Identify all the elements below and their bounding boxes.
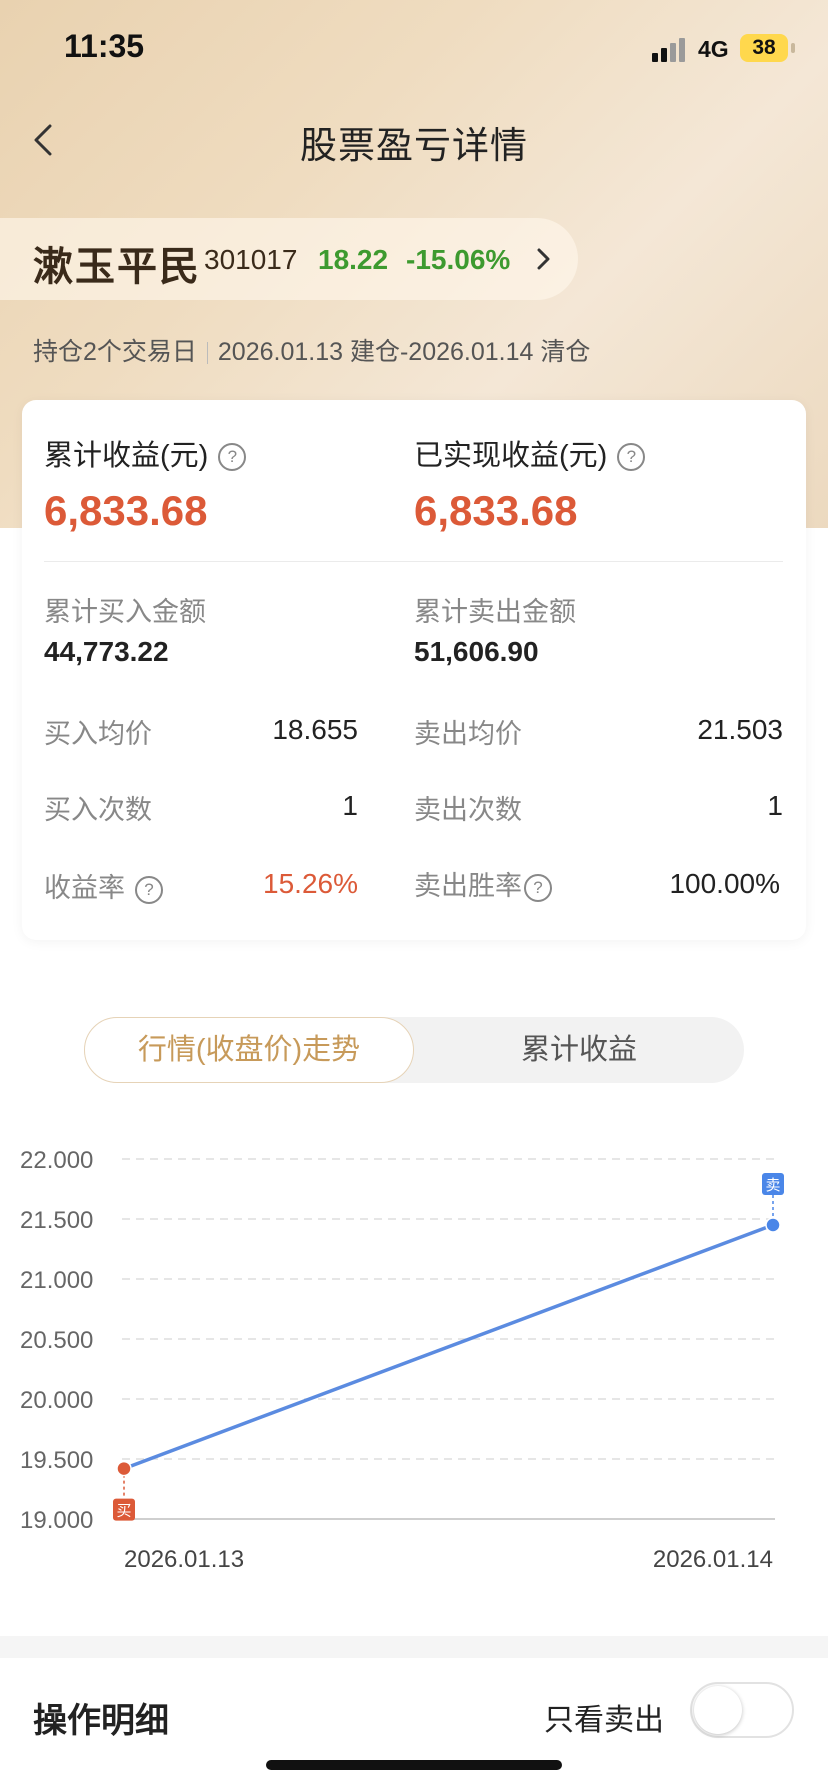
help-icon[interactable]: ? (617, 443, 646, 472)
card-divider (44, 561, 783, 562)
holding-period: 持仓2个交易日 2026.01.13 建仓-2026.01.14 清仓 (33, 332, 590, 368)
holding-dates: 2026.01.13 建仓-2026.01.14 清仓 (217, 338, 591, 366)
y-tick-label: 20.000 (20, 1387, 93, 1414)
return-rate-value: 15.26% (263, 868, 358, 899)
only-sell-label: 只看卖出 (544, 1704, 664, 1737)
battery-level: 38 (752, 36, 776, 59)
y-tick-label: 19.000 (20, 1507, 93, 1534)
buy-marker-label: 买 (116, 1502, 131, 1520)
section-separator (0, 1636, 828, 1658)
cumulative-profit-label: 累计收益(元)? (44, 432, 247, 474)
x-tick-label: 2026.01.13 (124, 1546, 244, 1573)
y-tick-label: 21.000 (20, 1267, 93, 1294)
chevron-right-icon[interactable] (533, 245, 555, 273)
signal-icon (652, 38, 688, 62)
tab-cumulative-profit[interactable]: 累计收益 (414, 1017, 744, 1083)
holding-days: 持仓2个交易日 (33, 338, 197, 366)
win-rate-value: 100.00% (669, 868, 780, 899)
y-tick-label: 19.500 (20, 1447, 93, 1474)
win-rate-label: 卖出胜率? (414, 864, 552, 903)
operations-title: 操作明细 (33, 1702, 169, 1740)
price-line-chart: 22.000 21.500 21.000 20.500 20.000 19.500 19.0… (20, 1147, 784, 1573)
battery-icon: 38 (740, 34, 788, 62)
sell-count-value: 1 (767, 790, 783, 821)
cumulative-profit-value: 6,833.68 (44, 487, 208, 534)
summary-card (22, 400, 806, 940)
stock-change: -15.06% (406, 244, 511, 275)
only-sell-toggle[interactable] (690, 1682, 794, 1738)
sell-amount-label: 累计卖出金额 (414, 597, 576, 627)
y-tick-label: 22.000 (20, 1147, 93, 1174)
status-bar: 11:35 4G 38 (0, 0, 828, 100)
sell-amount-value: 51,606.90 (414, 636, 539, 667)
sell-count-label: 卖出次数 (414, 795, 522, 825)
buy-count-label: 买入次数 (44, 795, 152, 825)
page-title: 股票盈亏详情 (300, 125, 528, 166)
y-tick-label: 20.500 (20, 1327, 93, 1354)
network-label: 4G (698, 36, 729, 62)
realized-profit-label: 已实现收益(元)? (414, 432, 646, 474)
data-point (116, 1460, 132, 1477)
buy-avg-label: 买入均价 (44, 719, 152, 749)
sell-avg-label: 卖出均价 (414, 719, 522, 749)
buy-amount-label: 累计买入金额 (44, 597, 206, 627)
stock-code: 301017 (204, 244, 298, 275)
return-rate-label: 收益率? (44, 866, 163, 905)
data-point (765, 1217, 781, 1233)
stock-name: 漱玉平民 (33, 245, 201, 289)
buy-count-value: 1 (342, 790, 358, 821)
sell-marker-label: 卖 (765, 1176, 780, 1194)
x-tick-label: 2026.01.14 (653, 1546, 773, 1573)
help-icon[interactable]: ? (218, 443, 247, 472)
realized-profit-value: 6,833.68 (414, 487, 578, 534)
y-tick-label: 21.500 (20, 1207, 93, 1234)
series-line (122, 1223, 775, 1471)
stock-price: 18.22 (318, 244, 389, 275)
battery-cap (791, 43, 795, 53)
buy-amount-value: 44,773.22 (44, 636, 169, 667)
status-time: 11:35 (64, 28, 145, 64)
tab-price-trend[interactable]: 行情(收盘价)走势 (84, 1017, 414, 1083)
home-indicator (266, 1760, 562, 1770)
toggle-knob (694, 1686, 742, 1734)
sell-avg-value: 21.503 (697, 714, 783, 745)
divider (206, 342, 208, 365)
help-icon[interactable]: ? (524, 873, 552, 902)
buy-avg-value: 18.655 (272, 714, 358, 745)
